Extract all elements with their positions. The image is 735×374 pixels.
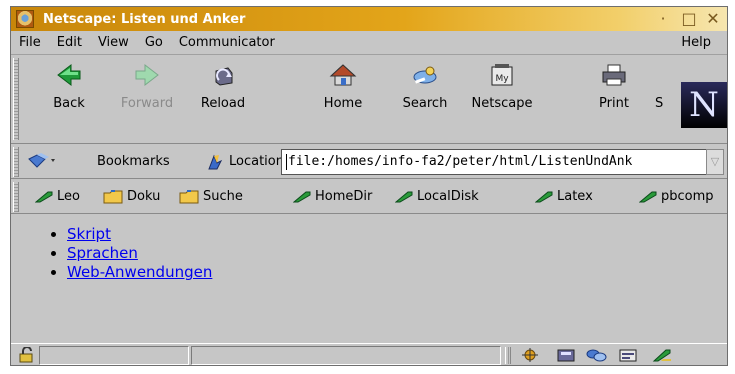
link-list: Skript Sprachen Web-Anwendungen — [57, 225, 212, 282]
bookmark-pen-icon — [293, 191, 311, 202]
menu-edit[interactable]: Edit — [49, 35, 90, 50]
netscape-button[interactable]: My Netscape — [466, 60, 538, 120]
home-label: Home — [323, 96, 363, 111]
browser-window: Netscape: Listen und Anker · □ ✕ File Ed… — [10, 6, 728, 366]
link-skript[interactable]: Skript — [67, 225, 111, 243]
bookmark-label: pbcomp — [661, 189, 714, 204]
my-netscape-icon: My — [491, 64, 513, 86]
status-text-field — [191, 346, 501, 365]
bookmark-leo[interactable]: Leo — [35, 189, 80, 204]
composer-icon[interactable] — [617, 347, 639, 363]
netscape-app-icon[interactable] — [16, 10, 34, 28]
list-item: Web-Anwendungen — [67, 263, 212, 282]
bookmark-pen-icon — [35, 191, 53, 202]
url-history-dropdown[interactable]: ▽ — [706, 149, 724, 175]
netscape-label: Netscape — [471, 96, 533, 111]
bookmark-suche[interactable]: Suche — [179, 189, 243, 204]
title-bar[interactable]: Netscape: Listen und Anker · □ ✕ — [11, 7, 727, 31]
search-button[interactable]: Search — [389, 60, 461, 120]
folder-icon — [103, 190, 123, 204]
bookmark-pen-icon — [395, 191, 413, 202]
location-label: Location: — [229, 154, 289, 169]
security-button[interactable]: S — [637, 60, 677, 120]
reload-icon — [215, 67, 233, 86]
location-toolbar: Bookmarks Location: file:/homes/info-fa2… — [11, 145, 727, 179]
back-label: Back — [53, 96, 85, 111]
print-icon — [602, 64, 626, 86]
bookmark-label: LocalDisk — [417, 189, 479, 204]
menu-go[interactable]: Go — [137, 35, 171, 50]
menu-help[interactable]: Help — [673, 35, 719, 50]
location-icon[interactable] — [205, 152, 225, 172]
maximize-button[interactable]: □ — [679, 9, 699, 29]
bookmark-label: Doku — [127, 189, 161, 204]
security-label: S — [655, 96, 664, 111]
search-label: Search — [402, 96, 448, 111]
navigation-toolbar: Back Forward Reload Home Search My Netsc… — [11, 56, 727, 144]
status-bar — [11, 343, 727, 366]
page-content: Skript Sprachen Web-Anwendungen — [11, 215, 727, 341]
window-title: Netscape: Listen und Anker — [43, 11, 246, 27]
bookmark-label: Latex — [557, 189, 593, 204]
reload-label: Reload — [200, 96, 246, 111]
back-button[interactable]: Back — [33, 60, 105, 120]
forward-button[interactable]: Forward — [111, 60, 183, 120]
discussion-icon[interactable] — [585, 347, 607, 363]
menu-bar: File Edit View Go Communicator Help — [11, 31, 727, 55]
bookmarks-menu[interactable]: Bookmarks — [97, 154, 170, 169]
bookmark-label: Leo — [57, 189, 80, 204]
personal-toolbar: Leo Doku Suche HomeDir LocalDisk Latex p… — [11, 180, 727, 214]
bookmark-pbcomp[interactable]: pbcomp — [639, 189, 714, 204]
menu-view[interactable]: View — [90, 35, 137, 50]
toolbar-grip[interactable] — [13, 182, 19, 212]
mail-icon[interactable] — [555, 347, 577, 363]
bookmark-label: Suche — [203, 189, 243, 204]
security-lock-icon[interactable] — [18, 347, 36, 363]
url-text: file:/homes/info-fa2/peter/html/ListenUn… — [288, 154, 633, 169]
home-button[interactable]: Home — [307, 60, 379, 120]
navigator-icon[interactable] — [519, 347, 541, 363]
component-bar-grip[interactable] — [505, 347, 511, 364]
netscape-logo[interactable]: N — [681, 82, 727, 128]
bookmark-pen-icon — [639, 191, 657, 202]
reload-button[interactable]: Reload — [187, 60, 259, 120]
folder-icon — [179, 190, 199, 204]
bookmark-homedir[interactable]: HomeDir — [293, 189, 372, 204]
menu-communicator[interactable]: Communicator — [171, 35, 283, 50]
back-arrow-icon — [57, 63, 81, 87]
menu-file[interactable]: File — [11, 35, 49, 50]
edit-icon[interactable] — [651, 347, 673, 363]
list-item: Sprachen — [67, 244, 212, 263]
search-icon — [413, 66, 437, 84]
minimize-button[interactable]: · — [653, 9, 673, 29]
link-sprachen[interactable]: Sprachen — [67, 244, 138, 262]
bookmark-pen-icon — [535, 191, 553, 202]
forward-label: Forward — [120, 96, 174, 111]
bookmark-label: HomeDir — [315, 189, 373, 204]
svg-text:My: My — [495, 74, 509, 84]
bookmarks-icon[interactable] — [27, 153, 57, 171]
home-icon — [329, 64, 357, 86]
link-web-anwendungen[interactable]: Web-Anwendungen — [67, 263, 212, 281]
security-icon — [642, 62, 672, 88]
bookmark-latex[interactable]: Latex — [535, 189, 593, 204]
url-input[interactable]: file:/homes/info-fa2/peter/html/ListenUn… — [281, 149, 706, 175]
list-item: Skript — [67, 225, 212, 244]
bookmark-localdisk[interactable]: LocalDisk — [395, 189, 479, 204]
toolbar-grip[interactable] — [13, 147, 19, 177]
progress-field — [39, 346, 189, 365]
forward-arrow-icon — [135, 63, 159, 87]
bookmark-doku[interactable]: Doku — [103, 189, 160, 204]
toolbar-grip[interactable] — [13, 58, 19, 140]
close-button[interactable]: ✕ — [703, 9, 723, 29]
